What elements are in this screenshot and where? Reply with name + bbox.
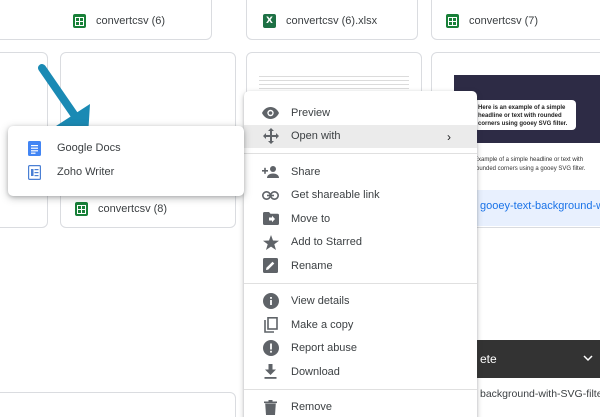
- copy-icon: [262, 316, 279, 333]
- submenu-item-zoho-writer[interactable]: Zoho Writer: [8, 160, 244, 184]
- toast-label: ete: [480, 352, 497, 366]
- menu-divider: [244, 153, 477, 154]
- google-sheets-icon: [446, 14, 459, 28]
- submenu-arrow-icon: ›: [447, 129, 451, 144]
- file-card-convertcsv-6[interactable]: convertcsv (6): [0, 0, 212, 40]
- file-name: convertcsv (6): [96, 15, 166, 27]
- download-icon: [262, 363, 279, 380]
- info-icon: [262, 293, 279, 310]
- thumbnail-headline: Here is an example of a simple headline …: [474, 100, 576, 130]
- menu-item-make-copy[interactable]: Make a copy: [244, 313, 477, 337]
- menu-divider: [244, 388, 477, 390]
- menu-item-view-details[interactable]: View details: [244, 290, 477, 314]
- menu-divider: [244, 282, 477, 284]
- google-docs-icon: [28, 140, 41, 156]
- file-name: convertcsv (8): [98, 203, 168, 215]
- menu-item-add-starred[interactable]: Add to Starred: [244, 231, 477, 255]
- alert-icon: [262, 340, 279, 357]
- menu-item-move-to[interactable]: Move to: [244, 207, 477, 231]
- trash-icon: [262, 399, 279, 416]
- menu-item-get-link[interactable]: Get shareable link: [244, 184, 477, 208]
- open-with-icon: [262, 128, 279, 145]
- chevron-down-icon[interactable]: [582, 352, 594, 367]
- file-name: convertcsv (7): [469, 15, 539, 27]
- pencil-icon: [262, 257, 279, 274]
- google-sheets-icon: [73, 14, 86, 28]
- selected-file-name[interactable]: gooey-text-background-with-: [480, 200, 600, 212]
- star-icon: [262, 234, 279, 251]
- submenu-item-google-docs[interactable]: Google Docs: [8, 136, 244, 160]
- add-person-icon: [262, 163, 279, 180]
- menu-item-remove[interactable]: Remove: [244, 396, 477, 417]
- excel-icon: X: [263, 14, 276, 28]
- google-sheets-icon: [75, 202, 88, 216]
- open-with-submenu: Google Docs Zoho Writer: [8, 126, 244, 196]
- eye-icon: [262, 104, 279, 121]
- file-card-bottom-left[interactable]: [0, 392, 236, 417]
- menu-item-report-abuse[interactable]: Report abuse: [244, 337, 477, 361]
- menu-item-share[interactable]: Share: [244, 160, 477, 184]
- menu-item-rename[interactable]: Rename: [244, 254, 477, 278]
- menu-item-open-with[interactable]: Open with ›: [244, 124, 477, 148]
- file-name: convertcsv (6).xlsx: [286, 15, 378, 27]
- folder-move-icon: [262, 210, 279, 227]
- menu-item-preview[interactable]: Preview: [244, 101, 477, 125]
- thumbnail-caption: Example of a simple headline or text wit…: [474, 157, 586, 172]
- download-file-name[interactable]: background-with-SVG-filters.p: [480, 388, 600, 400]
- file-card-convertcsv-7[interactable]: convertcsv (7): [431, 0, 600, 40]
- context-menu: Preview Open with › Share Get shareable …: [244, 91, 477, 417]
- menu-item-download[interactable]: Download: [244, 360, 477, 384]
- file-card-convertcsv-6-xlsx[interactable]: X convertcsv (6).xlsx: [246, 0, 418, 40]
- link-icon: [262, 187, 279, 204]
- zoho-writer-icon: [28, 164, 41, 180]
